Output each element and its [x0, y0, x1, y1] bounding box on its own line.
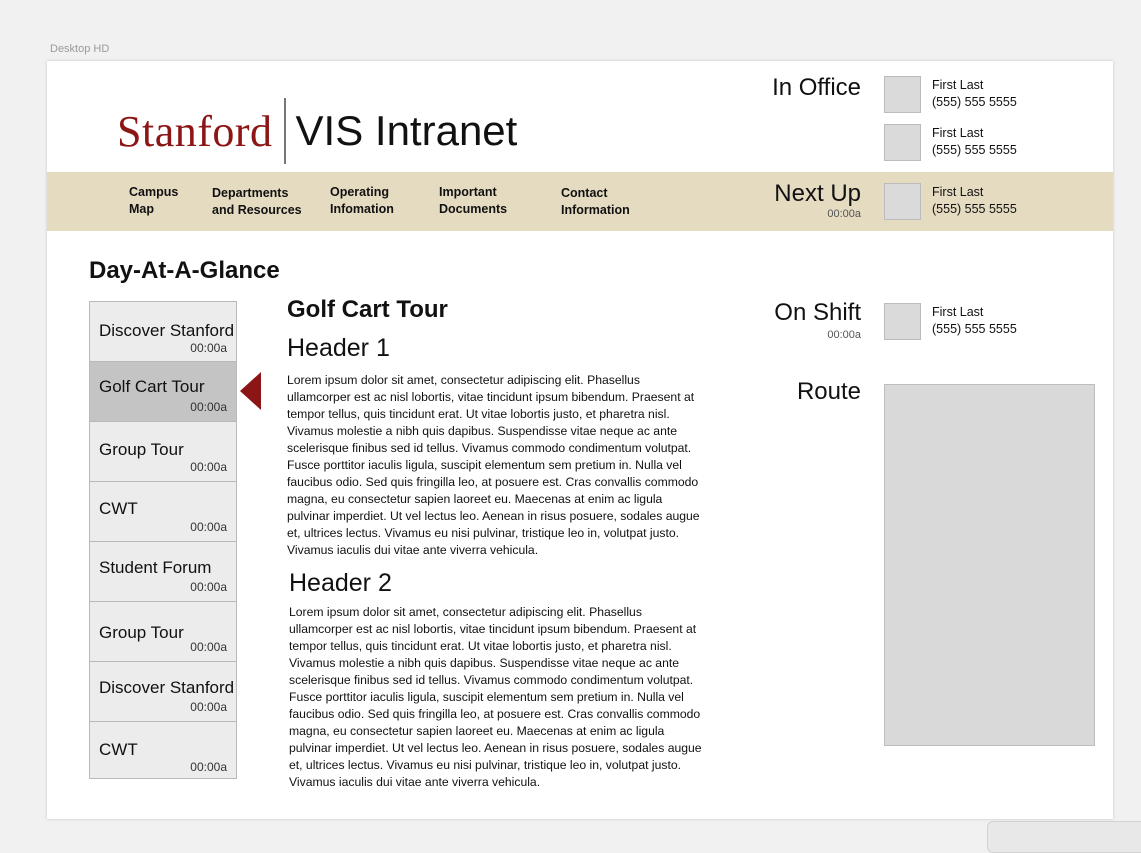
- tour-list-item[interactable]: Discover Stanford 00:00a: [89, 661, 237, 722]
- tour-list-item[interactable]: CWT 00:00a: [89, 721, 237, 779]
- day-at-a-glance-title: Day-At-A-Glance: [89, 257, 280, 284]
- in-office-label: In Office: [772, 74, 861, 101]
- selected-item-pointer-icon: [240, 372, 261, 410]
- window-corner-fragment: [987, 821, 1141, 853]
- tour-list: Discover Stanford 00:00a Golf Cart Tour …: [89, 301, 237, 779]
- avatar: [884, 76, 921, 113]
- tour-time: 00:00a: [190, 640, 227, 654]
- nav-contact-information[interactable]: Contact Information: [561, 185, 671, 219]
- next-up-label: Next Up: [774, 180, 861, 207]
- content-header-2: Header 2: [289, 569, 392, 597]
- person-name: First Last: [932, 78, 984, 92]
- tour-name: Golf Cart Tour: [99, 377, 205, 396]
- on-shift-label: On Shift: [774, 299, 861, 326]
- tour-list-item-selected[interactable]: Golf Cart Tour 00:00a: [89, 361, 237, 422]
- person-phone: (555) 555 5555: [932, 143, 1017, 157]
- tour-name: Discover Stanford: [99, 678, 235, 697]
- nav-label-line2: Infomation: [330, 202, 394, 216]
- logo-site-title: VIS Intranet: [295, 107, 518, 154]
- artboard-label: Desktop HD: [50, 43, 110, 55]
- logo-divider: [283, 98, 286, 164]
- tour-time: 00:00a: [190, 341, 227, 355]
- route-map[interactable]: [884, 384, 1095, 746]
- person-phone: (555) 555 5555: [932, 322, 1017, 336]
- nav-label-line1: Contact: [561, 186, 608, 200]
- tour-list-item[interactable]: Group Tour 00:00a: [89, 421, 237, 482]
- person-name: First Last: [932, 126, 984, 140]
- nav-departments-resources[interactable]: Departments and Resources: [212, 185, 322, 219]
- tour-name: Group Tour: [99, 623, 184, 642]
- content-header-1: Header 1: [287, 334, 390, 362]
- on-shift-time: 00:00a: [827, 329, 861, 341]
- tour-time: 00:00a: [190, 580, 227, 594]
- nav-label-line2: Information: [561, 203, 630, 217]
- nav-label-line1: Departments: [212, 186, 289, 200]
- nav-label-line2: Documents: [439, 202, 508, 216]
- tour-list-item[interactable]: Group Tour 00:00a: [89, 601, 237, 662]
- content-paragraph-1: Lorem ipsum dolor sit amet, consectetur …: [287, 373, 700, 557]
- next-up-time: 00:00a: [827, 208, 861, 220]
- tour-time: 00:00a: [190, 700, 227, 714]
- tour-name: Group Tour: [99, 440, 184, 459]
- nav-label-line1: Important: [439, 185, 497, 199]
- logo-stanford-wordmark: Stanford: [117, 106, 273, 156]
- tour-name: Student Forum: [99, 558, 212, 577]
- tour-name: Discover Stanford: [99, 321, 235, 340]
- tour-list-item[interactable]: CWT 00:00a: [89, 481, 237, 542]
- nav-label-line2: and Resources: [212, 203, 302, 217]
- tour-time: 00:00a: [190, 400, 227, 414]
- tour-time: 00:00a: [190, 460, 227, 474]
- avatar: [884, 303, 921, 340]
- avatar: [884, 183, 921, 220]
- person-phone: (555) 555 5555: [932, 202, 1017, 216]
- person-name: First Last: [932, 185, 984, 199]
- tour-list-item[interactable]: Discover Stanford 00:00a: [89, 301, 237, 362]
- person-phone: (555) 555 5555: [932, 95, 1017, 109]
- tour-list-item[interactable]: Student Forum 00:00a: [89, 541, 237, 602]
- content-paragraph-2: Lorem ipsum dolor sit amet, consectetur …: [289, 605, 702, 789]
- artboard: Stanford VIS Intranet Campus Map Departm…: [47, 61, 1113, 819]
- route-label: Route: [796, 378, 861, 405]
- avatar: [884, 124, 921, 161]
- site-logo[interactable]: Stanford VIS Intranet: [117, 98, 517, 164]
- person-name: First Last: [932, 305, 984, 319]
- content-title: Golf Cart Tour: [287, 296, 448, 323]
- nav-operating-information[interactable]: Operating Infomation: [330, 184, 440, 218]
- tour-time: 00:00a: [190, 520, 227, 534]
- tour-name: CWT: [99, 740, 138, 759]
- nav-important-documents[interactable]: Important Documents: [439, 184, 549, 218]
- tour-name: CWT: [99, 499, 138, 518]
- tour-time: 00:00a: [190, 760, 227, 774]
- nav-label-line1: Operating: [330, 185, 390, 199]
